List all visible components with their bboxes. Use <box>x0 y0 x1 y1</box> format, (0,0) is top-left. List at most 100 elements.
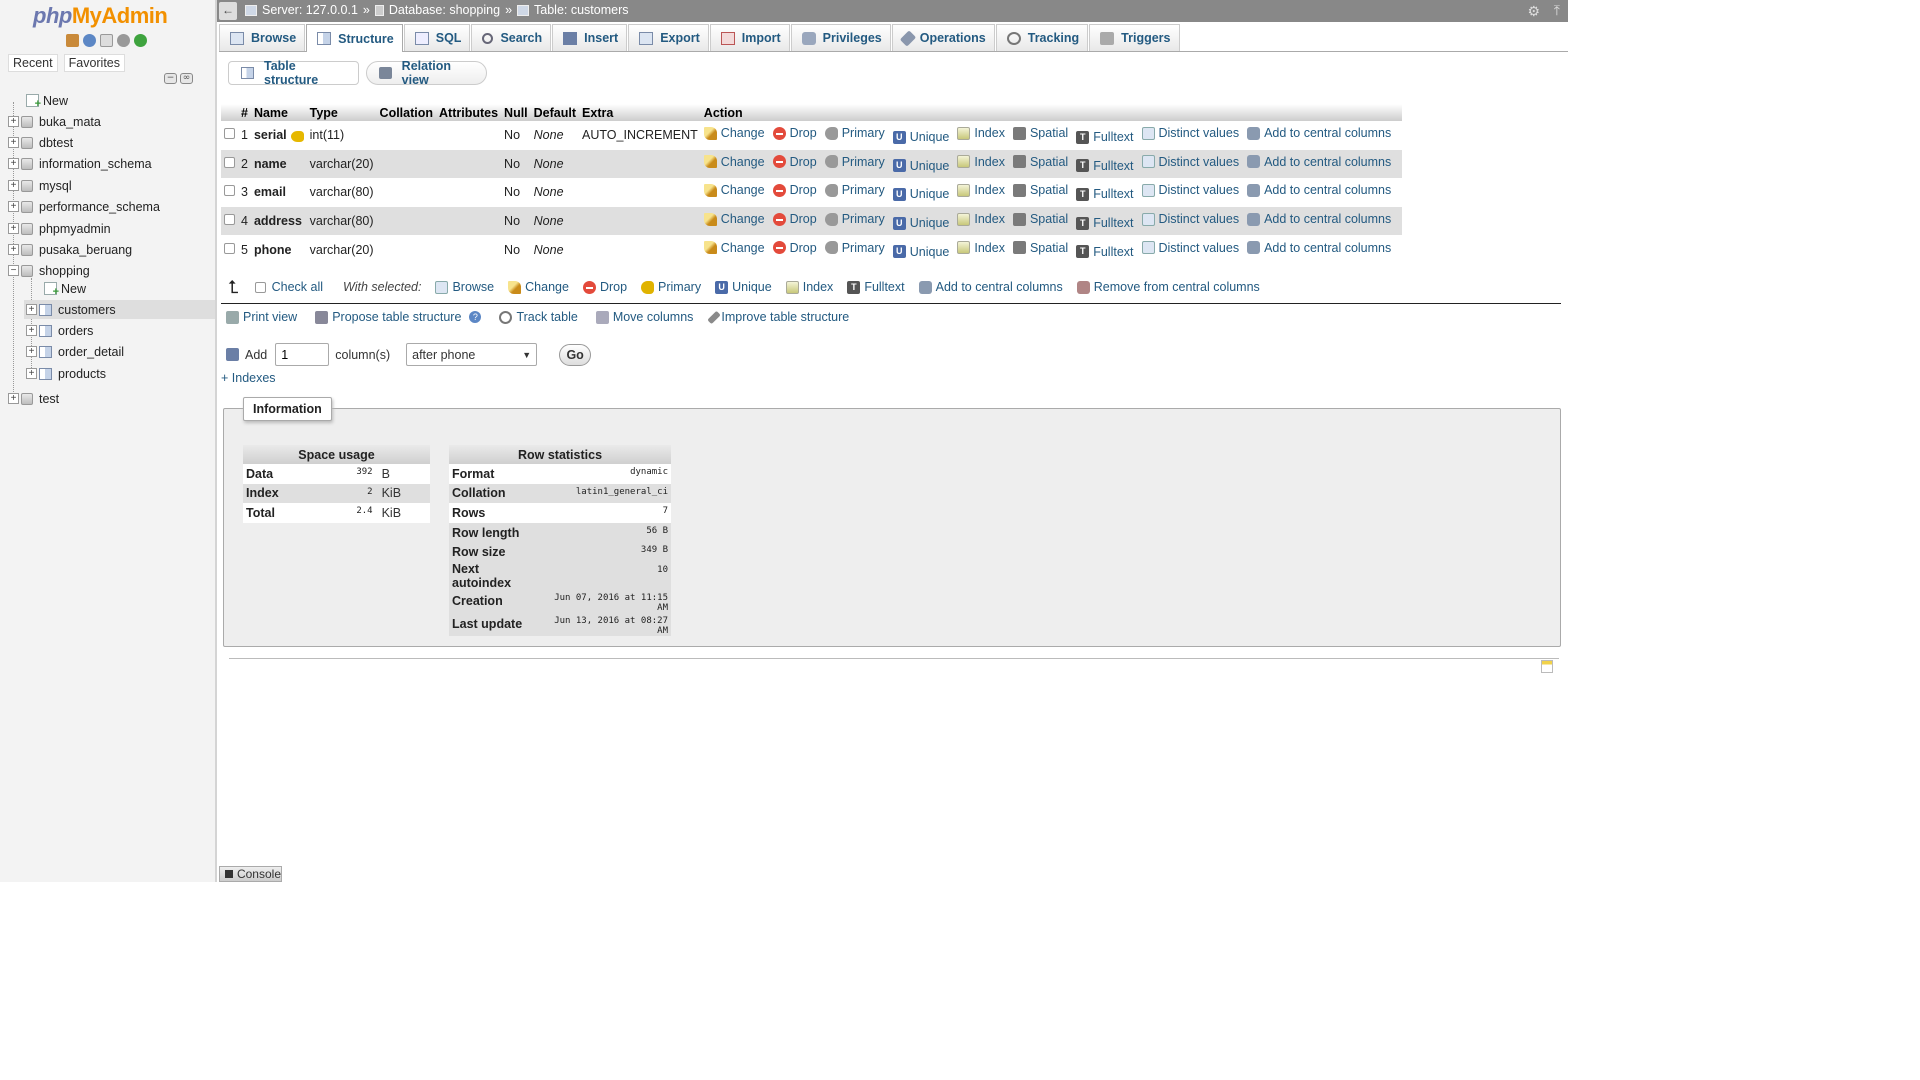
drop-button[interactable]: Drop <box>772 126 817 140</box>
bulk-unique-button[interactable]: U Unique <box>715 280 772 294</box>
fulltext-button[interactable]: T Fulltext <box>1076 187 1134 201</box>
column-header-collation[interactable]: Collation <box>376 104 437 121</box>
tree-item-database[interactable]: + mysql <box>8 176 72 195</box>
drop-button[interactable]: Drop <box>772 155 817 169</box>
expand-icon[interactable]: + <box>26 368 37 379</box>
primary-button[interactable]: Primary <box>824 241 885 255</box>
propose-structure-link[interactable]: Propose table structure? <box>315 310 482 324</box>
add-central-columns-button[interactable]: Add to central columns <box>1247 212 1391 226</box>
tree-item-database-open[interactable]: − shopping <box>8 261 90 280</box>
distinct-values-button[interactable]: Distinct values <box>1141 241 1239 255</box>
bulk-drop-button[interactable]: Drop <box>582 280 627 294</box>
spatial-button[interactable]: Spatial <box>1012 155 1068 169</box>
expand-icon[interactable]: + <box>8 116 19 127</box>
row-checkbox[interactable] <box>224 214 235 226</box>
tab-sql[interactable]: SQL <box>403 24 471 51</box>
bulk-fulltext-button[interactable]: T Fulltext <box>847 280 905 294</box>
row-checkbox[interactable] <box>224 128 235 140</box>
tree-item-database[interactable]: + performance_schema <box>8 197 160 216</box>
index-button[interactable]: Index <box>957 212 1005 226</box>
unique-button[interactable]: U Unique <box>892 187 949 201</box>
index-button[interactable]: Index <box>957 126 1005 140</box>
index-button[interactable]: Index <box>957 183 1005 197</box>
tab-tracking[interactable]: Tracking <box>995 24 1089 51</box>
recent-tab[interactable]: Recent <box>8 54 58 72</box>
change-button[interactable]: Change <box>703 183 765 197</box>
page-settings-icon[interactable] <box>1541 660 1553 673</box>
distinct-values-button[interactable]: Distinct values <box>1141 212 1239 226</box>
docs-icon[interactable] <box>100 34 113 47</box>
table-row[interactable]: 4 address varchar(80) No None Change Drop Prima… <box>221 206 1403 236</box>
indexes-toggle-link[interactable]: + Indexes <box>221 371 276 385</box>
expand-icon[interactable]: + <box>26 346 37 357</box>
favorites-tab[interactable]: Favorites <box>63 54 126 72</box>
unique-button[interactable]: U Unique <box>892 245 949 259</box>
primary-button[interactable]: Primary <box>824 212 885 226</box>
check-all-checkbox[interactable] <box>254 281 266 293</box>
distinct-values-button[interactable]: Distinct values <box>1141 183 1239 197</box>
drop-button[interactable]: Drop <box>772 183 817 197</box>
fulltext-button[interactable]: T Fulltext <box>1076 245 1134 259</box>
tree-item-table[interactable]: + products <box>26 364 106 383</box>
column-header-extra[interactable]: Extra <box>579 104 701 121</box>
unique-button[interactable]: U Unique <box>892 130 949 144</box>
expand-icon[interactable]: + <box>8 180 19 191</box>
console-toggle[interactable]: Console <box>219 866 282 882</box>
unique-button[interactable]: U Unique <box>892 159 949 173</box>
change-button[interactable]: Change <box>703 126 765 140</box>
bulk-add-central-button[interactable]: Add to central columns <box>918 280 1063 294</box>
drop-button[interactable]: Drop <box>772 212 817 226</box>
tree-item-database[interactable]: + buka_mata <box>8 112 101 131</box>
collapse-top-icon[interactable]: ⤒ <box>1554 2 1560 19</box>
expand-icon[interactable]: + <box>8 223 19 234</box>
spatial-button[interactable]: Spatial <box>1012 183 1068 197</box>
unique-button[interactable]: U Unique <box>892 216 949 230</box>
add-central-columns-button[interactable]: Add to central columns <box>1247 183 1391 197</box>
change-button[interactable]: Change <box>703 212 765 226</box>
tab-import[interactable]: Import <box>709 24 790 51</box>
column-header-attributes[interactable]: Attributes <box>436 104 502 121</box>
bulk-change-button[interactable]: Change <box>508 280 569 294</box>
row-checkbox[interactable] <box>224 242 235 254</box>
tree-item-database[interactable]: + test <box>8 389 59 408</box>
bulk-remove-central-button[interactable]: Remove from central columns <box>1076 280 1260 294</box>
add-central-columns-button[interactable]: Add to central columns <box>1247 155 1391 169</box>
column-count-input[interactable] <box>275 343 330 366</box>
tree-item-table[interactable]: + orders <box>26 321 93 340</box>
tree-item-table[interactable]: + order_detail <box>26 342 124 361</box>
distinct-values-button[interactable]: Distinct values <box>1141 126 1239 140</box>
expand-icon[interactable]: + <box>8 158 19 169</box>
bulk-browse-button[interactable]: Browse <box>435 280 494 294</box>
spatial-button[interactable]: Spatial <box>1012 241 1068 255</box>
gear-icon[interactable]: ⚙ <box>1527 3 1540 20</box>
change-button[interactable]: Change <box>703 241 765 255</box>
tree-item-database[interactable]: + pusaka_beruang <box>8 240 132 259</box>
collapse-icon[interactable]: − <box>8 265 19 276</box>
move-columns-link[interactable]: Move columns <box>595 310 693 324</box>
breadcrumb-server[interactable]: Server: 127.0.0.1 <box>262 3 358 17</box>
settings-icon[interactable] <box>117 34 130 47</box>
primary-button[interactable]: Primary <box>824 155 885 169</box>
tab-search[interactable]: Search <box>471 24 552 51</box>
collapse-nav-button[interactable]: ← <box>219 2 237 20</box>
tab-privileges[interactable]: Privileges <box>790 24 891 51</box>
tree-item-database[interactable]: + phpmyadmin <box>8 219 111 238</box>
breadcrumb-database[interactable]: Database: shopping <box>389 3 500 17</box>
track-table-link[interactable]: Track table <box>499 310 578 324</box>
help-icon[interactable]: ? <box>469 311 482 323</box>
column-header-default[interactable]: Default <box>530 104 580 121</box>
tree-item-new[interactable]: New <box>14 91 68 110</box>
table-row[interactable]: 2 name varchar(20) No None Change Drop Primary U… <box>221 149 1403 179</box>
tab-structure[interactable]: Structure <box>306 24 403 52</box>
column-header-name[interactable]: Name <box>250 104 307 121</box>
add-central-columns-button[interactable]: Add to central columns <box>1247 241 1391 255</box>
column-position-select[interactable]: after phone ▼ <box>406 343 538 366</box>
check-all-label[interactable]: Check all <box>272 280 323 294</box>
go-button[interactable]: Go <box>559 343 592 366</box>
expand-icon[interactable]: + <box>8 244 19 255</box>
row-checkbox[interactable] <box>224 185 235 197</box>
tree-item-table-active[interactable]: + customers <box>24 300 215 319</box>
expand-icon[interactable]: + <box>8 137 19 148</box>
table-row[interactable]: 5 phone varchar(20) No None Change Drop Primary… <box>221 235 1403 264</box>
fulltext-button[interactable]: T Fulltext <box>1076 216 1134 230</box>
